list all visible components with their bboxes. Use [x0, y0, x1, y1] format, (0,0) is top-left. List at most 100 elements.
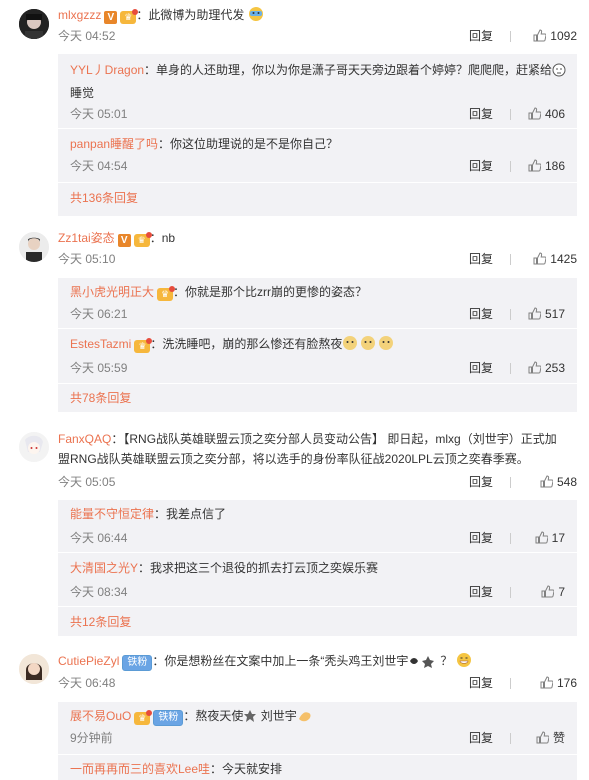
like-button[interactable]: 1092 — [533, 26, 577, 48]
comment-username[interactable]: FanxQAQ — [58, 432, 111, 446]
reply-text: ：洗洗睡吧，崩的那么惨还有脸熬夜 — [150, 337, 343, 351]
reply-username[interactable]: 黑小虎光明正大 — [70, 285, 154, 299]
more-replies-link[interactable]: 共12条回复 — [70, 615, 131, 629]
like-button[interactable]: 406 — [528, 104, 565, 126]
reply-button[interactable]: 回复 — [469, 528, 493, 548]
reply-username[interactable]: 能量不守恒定律 — [70, 507, 154, 521]
reply-button[interactable]: 回复 — [469, 156, 493, 176]
reply-time: 今天 06:44 — [70, 531, 128, 545]
sleepy-emoji-icon — [552, 63, 566, 83]
reply-list: 能量不守恒定律：我差点信了 今天 06:44 回复 17 大清国之光Y：我求把这… — [58, 500, 577, 636]
divider — [510, 533, 511, 544]
reply-time: 今天 05:59 — [70, 361, 128, 375]
reply-username[interactable]: YYL丿Dragon — [70, 63, 144, 77]
reply-username[interactable]: panpan睡醒了吗 — [70, 137, 158, 151]
avatar[interactable] — [19, 9, 49, 39]
like-button[interactable]: 253 — [528, 358, 565, 380]
comment-time: 今天 05:10 — [58, 252, 116, 266]
reply-text-tail: 刘世宇 — [260, 709, 297, 723]
reply-button[interactable]: 回复 — [469, 104, 493, 124]
comment-time: 今天 06:48 — [58, 676, 116, 690]
reply-button[interactable]: 回复 — [469, 728, 493, 748]
like-count: 176 — [556, 676, 577, 690]
comment-text-tail: ？ — [440, 654, 453, 668]
vip-badge: ♛ — [157, 286, 176, 301]
avatar[interactable] — [19, 432, 49, 462]
thumbs-up-icon — [528, 306, 542, 326]
comment-username[interactable]: CutiePieZyl — [58, 654, 119, 668]
like-button[interactable]: 517 — [528, 304, 565, 326]
like-button[interactable]: 186 — [528, 156, 565, 178]
verified-badge: V — [117, 234, 131, 247]
divider — [510, 309, 511, 320]
reply-text: ：我差点信了 — [154, 507, 227, 521]
fan-badge: 铁粉 — [153, 710, 184, 726]
reply-button[interactable]: 回复 — [469, 304, 493, 324]
thumbs-up-icon — [540, 675, 554, 695]
comment-text: ：【RNG战队英雄联盟云顶之奕分部人员变动公告】 即日起，mlxg（刘世宇）正式… — [111, 432, 557, 446]
like-count: 186 — [544, 159, 565, 173]
thumbs-up-icon — [528, 158, 542, 178]
thumbs-up-icon — [541, 584, 555, 604]
reply-button[interactable]: 回复 — [469, 673, 493, 693]
reply-username[interactable]: EstesTazmi — [70, 337, 131, 351]
divider — [510, 161, 511, 172]
like-button[interactable]: 1425 — [533, 249, 577, 271]
reply-button[interactable]: 回复 — [469, 358, 493, 378]
thumbs-up-icon — [540, 474, 554, 494]
like-count: 1092 — [550, 29, 577, 43]
reply-username[interactable]: 展不易OuO — [70, 709, 131, 723]
doge-emoji-icon — [342, 335, 396, 357]
divider — [510, 678, 511, 689]
clap-emoji-icon — [297, 709, 313, 729]
avatar[interactable] — [19, 232, 49, 262]
like-button[interactable]: 7 — [541, 582, 565, 604]
reply-text: ：今天就安排 — [210, 762, 283, 776]
divider — [510, 109, 511, 120]
like-count: 517 — [544, 307, 565, 321]
emoji-icon — [248, 6, 264, 28]
reply-time: 今天 06:21 — [70, 307, 128, 321]
thumbs-up-icon — [536, 730, 550, 750]
thumbs-up-icon — [528, 360, 542, 380]
vip-badge: ♛ — [120, 9, 139, 24]
like-count: 7 — [558, 585, 565, 599]
like-count: 1425 — [550, 252, 577, 266]
reply-button[interactable]: 回复 — [469, 472, 493, 492]
grin-emoji-icon — [456, 652, 472, 674]
like-button[interactable]: 17 — [535, 528, 565, 550]
reply-text: ：你这位助理说的是不是你自己？ — [158, 137, 339, 151]
like-button[interactable]: 548 — [540, 472, 577, 494]
comment-username[interactable]: Zz1tai姿态 — [58, 231, 115, 245]
reply-button[interactable]: 回复 — [469, 582, 493, 602]
reply-username[interactable]: 大清国之光Y — [70, 561, 138, 575]
reply-text: ：我求把这三个退役的抓去打云顶之奕娱乐赛 — [138, 561, 379, 575]
like-count: 406 — [544, 107, 565, 121]
reply-time: 9分钟前 — [70, 731, 113, 745]
like-count: 548 — [556, 475, 577, 489]
reply-button[interactable]: 回复 — [469, 249, 493, 269]
thumbs-up-icon — [535, 530, 549, 550]
more-replies-link[interactable]: 共78条回复 — [70, 391, 131, 405]
avatar[interactable] — [19, 654, 49, 684]
divider — [510, 587, 511, 598]
emoji-icon — [408, 654, 440, 674]
vip-badge: ♛ — [134, 338, 153, 353]
more-replies-link[interactable]: 共136条回复 — [70, 191, 138, 205]
thumbs-up-icon — [533, 251, 547, 271]
like-button[interactable]: 176 — [540, 673, 577, 695]
comment-username[interactable]: mlxgzzz — [58, 8, 101, 22]
reply-username[interactable]: 一而再再而三的喜欢Lee哇 — [70, 762, 210, 776]
like-count: 253 — [544, 361, 565, 375]
like-button[interactable]: 赞 — [536, 728, 565, 750]
reply-time: 今天 08:34 — [70, 585, 128, 599]
divider — [510, 733, 511, 744]
angel-emoji-icon — [243, 709, 257, 729]
thumbs-up-icon — [528, 106, 542, 126]
vip-badge: ♛ — [134, 710, 153, 725]
reply-text-cont: 睡觉 — [70, 86, 95, 100]
reply-list: 黑小虎光明正大 ♛ ：你就是那个比zrr崩的更惨的姿态？ 今天 06:21 回复 5… — [58, 278, 577, 412]
vip-badge: ♛ — [133, 232, 152, 247]
reply-button[interactable]: 回复 — [469, 26, 493, 46]
comment-text-cont: 盟RNG战队英雄联盟云顶之奕分部，将以选手的身份率队征战2020LPL云顶之奕春… — [58, 452, 529, 466]
